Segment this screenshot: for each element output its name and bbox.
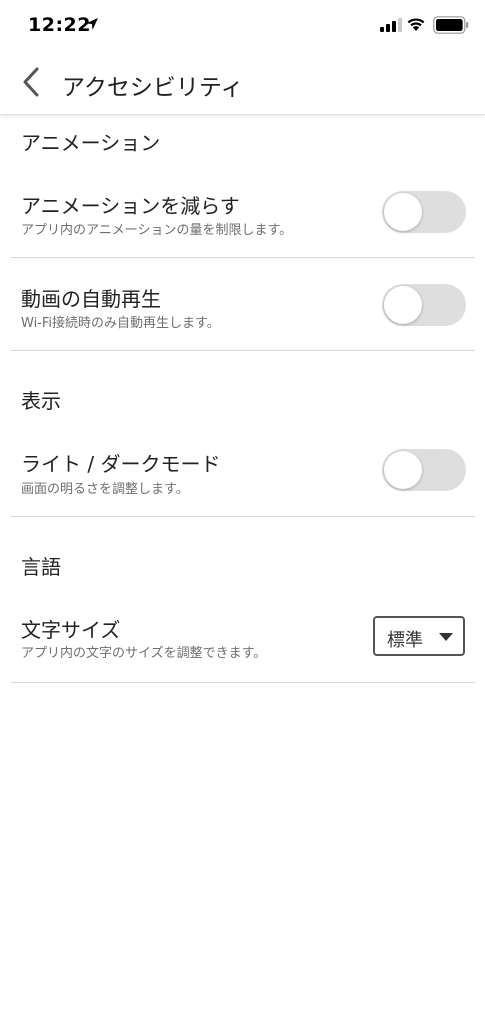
dark-mode-subtitle: 画面の明るさを調整します。 [21, 482, 189, 497]
dark-mode-toggle[interactable] [382, 449, 466, 491]
reduce-animation-toggle[interactable] [382, 191, 466, 233]
reduce-animation-subtitle: アプリ内のアニメーションの量を制限します。 [21, 223, 293, 238]
reduce-animation-title: アニメーションを減らす [21, 194, 240, 218]
status-time: 12:22 [28, 14, 91, 36]
divider [11, 350, 475, 351]
divider [11, 257, 475, 258]
chevron-left-icon [23, 67, 39, 97]
battery-icon [433, 16, 469, 34]
text-size-subtitle: アプリ内の文字のサイズを調整できます。 [21, 646, 267, 661]
section-header-animation: アニメーション [21, 131, 161, 155]
location-arrow-icon [86, 18, 98, 30]
text-size-selected-value: 標準 [387, 630, 423, 651]
caret-down-icon [439, 633, 453, 641]
toggle-knob [384, 193, 422, 231]
toggle-knob [384, 286, 422, 324]
autoplay-toggle[interactable] [382, 284, 466, 326]
divider [11, 516, 475, 517]
status-bar: 12:22 [0, 0, 485, 50]
toggle-knob [384, 451, 422, 489]
text-size-select[interactable]: 標準 [373, 616, 465, 656]
back-button[interactable] [16, 64, 50, 100]
autoplay-title: 動画の自動再生 [21, 287, 161, 311]
wifi-icon [407, 18, 425, 31]
page-title: アクセシビリティ [62, 75, 244, 101]
divider [11, 682, 475, 683]
signal-icon [380, 18, 402, 32]
section-header-display: 表示 [21, 389, 61, 413]
dark-mode-title: ライト / ダークモード [21, 452, 221, 476]
autoplay-subtitle: Wi-Fi接続時のみ自動再生します。 [21, 316, 220, 331]
section-header-language: 言語 [21, 555, 61, 579]
navigation-bar: アクセシビリティ [0, 50, 485, 115]
text-size-title: 文字サイズ [21, 618, 121, 642]
